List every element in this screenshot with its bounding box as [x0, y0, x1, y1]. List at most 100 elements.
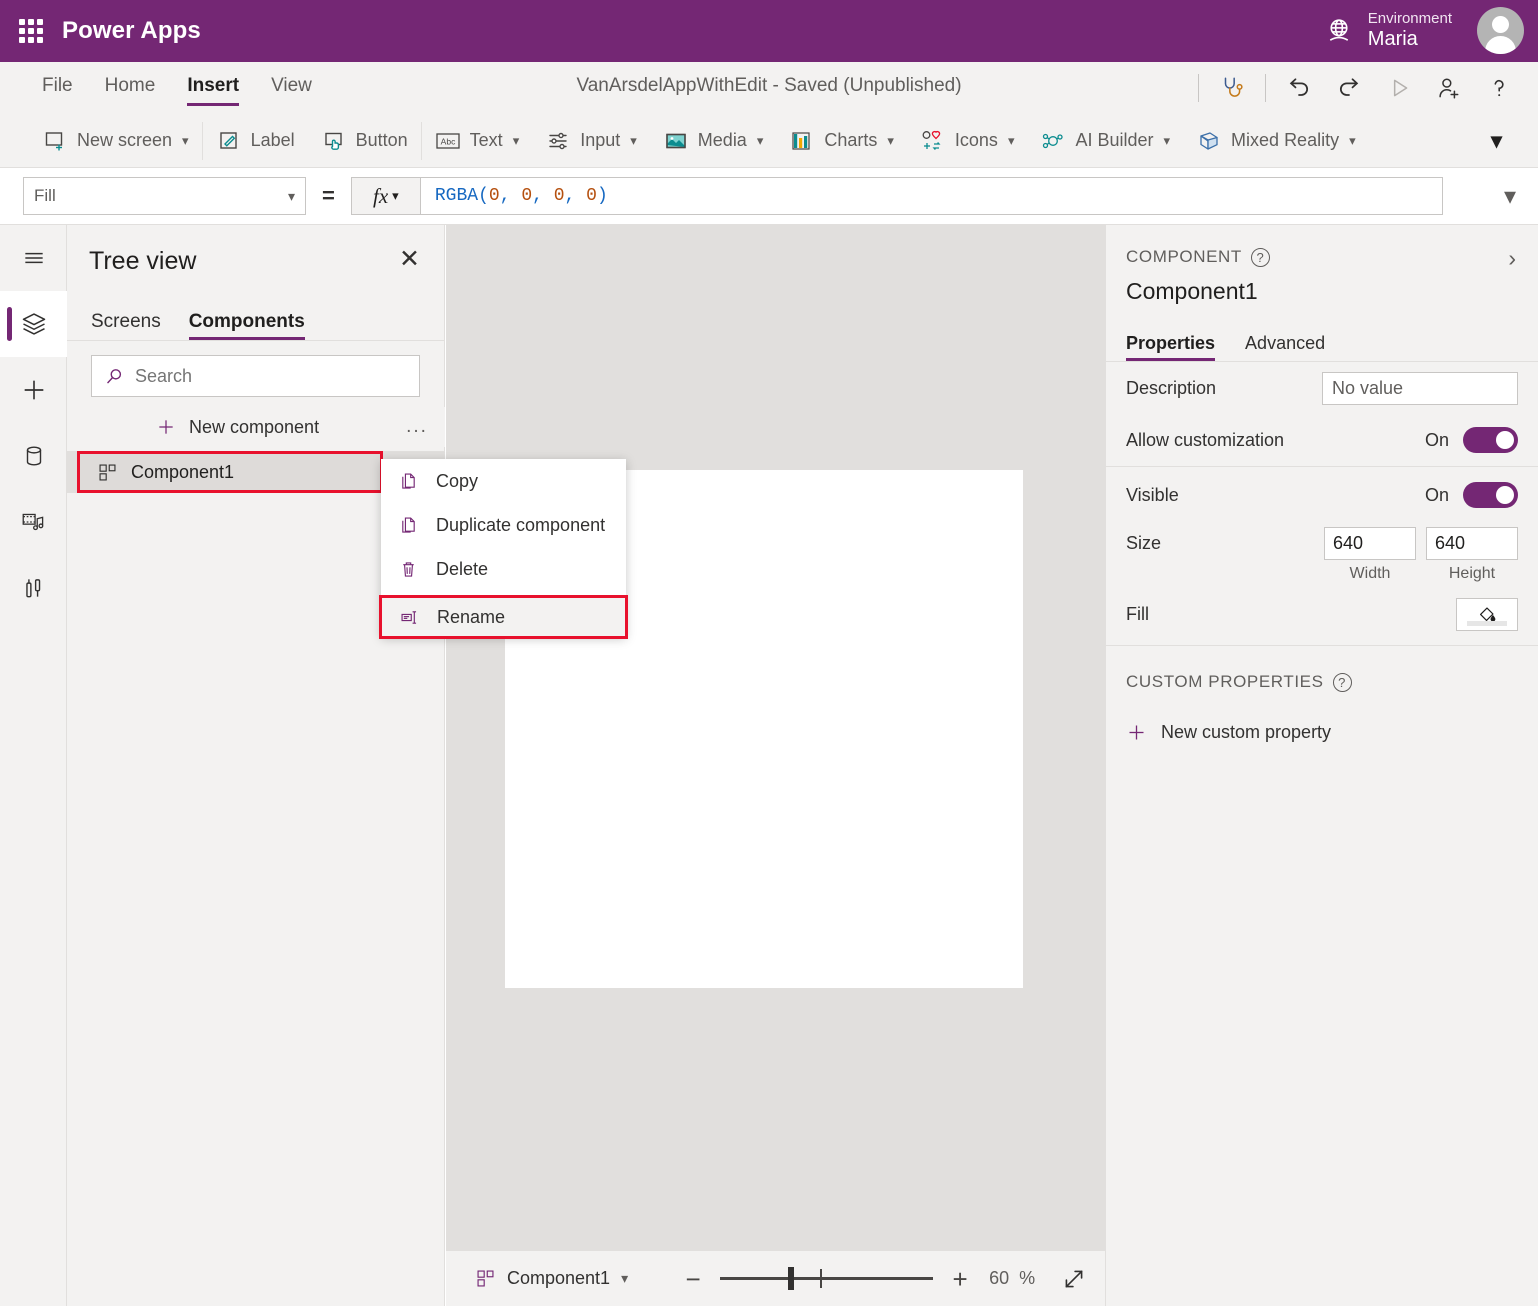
zoom-slider[interactable] [720, 1267, 934, 1290]
ribbon-media-label: Media [697, 130, 747, 150]
context-menu-item-copy[interactable]: Copy [381, 459, 626, 503]
canvas-area[interactable] [446, 225, 1105, 1250]
ribbon-charts[interactable]: Charts ▾ [776, 114, 907, 168]
component-icon [475, 1268, 496, 1289]
avatar[interactable] [1477, 7, 1524, 54]
properties-panel: COMPONENT ? Component1 › Properties Adva… [1105, 225, 1538, 1306]
context-menu-item-copy-label: Copy [436, 470, 479, 491]
waffle-grid-icon[interactable] [16, 16, 46, 46]
input-sliders-icon [545, 128, 571, 154]
width-field[interactable]: 640 [1324, 526, 1416, 560]
search-input[interactable] [135, 365, 407, 387]
charts-bar-icon [789, 128, 815, 154]
tree-item-label: Component1 [131, 461, 235, 482]
ribbon-overflow-chevron-down-icon[interactable]: ▾ [1491, 128, 1502, 154]
visible-state: On [1424, 484, 1449, 505]
allow-customization-toggle[interactable] [1463, 427, 1518, 453]
context-menu-item-duplicate-label: Duplicate component [436, 514, 606, 535]
redo-icon[interactable] [1324, 66, 1374, 110]
search-box[interactable] [91, 355, 420, 397]
environment-selector[interactable]: Environment Maria [1324, 0, 1452, 62]
zoom-out-button[interactable]: − [676, 1266, 710, 1292]
preview-play-icon[interactable] [1374, 66, 1424, 110]
app-brand-title[interactable]: Power Apps [62, 17, 201, 45]
new-custom-property-button[interactable]: New custom property [1126, 722, 1518, 743]
context-menu-item-rename[interactable]: Rename [379, 595, 628, 639]
toggle-knob [1496, 486, 1514, 504]
tab-properties[interactable]: Properties [1126, 333, 1216, 361]
plus-icon [1126, 722, 1147, 743]
tree-view-layers-icon[interactable] [0, 291, 67, 357]
context-menu-item-delete-label: Delete [436, 558, 489, 579]
new-component-row[interactable]: New component ... [134, 407, 445, 447]
toggle-knob [1496, 431, 1514, 449]
variables-tools-icon[interactable] [0, 555, 67, 621]
chevron-down-icon: ▾ [1349, 132, 1356, 148]
ribbon-new-screen[interactable]: New screen ▾ [29, 114, 202, 168]
menu-item-insert[interactable]: Insert [187, 68, 239, 108]
media-image-icon [663, 128, 689, 154]
ribbon-mixed-reality[interactable]: Mixed Reality ▾ [1183, 114, 1369, 168]
media-library-icon[interactable] [0, 489, 67, 555]
width-caption: Width [1349, 565, 1391, 582]
visible-toggle[interactable] [1463, 482, 1518, 508]
context-menu-item-duplicate-component[interactable]: Duplicate component [381, 503, 626, 547]
status-component-name: Component1 [507, 1268, 611, 1288]
close-icon[interactable]: ✕ [399, 247, 420, 272]
menu-item-view[interactable]: View [271, 68, 312, 108]
divider [1265, 74, 1266, 102]
insert-plus-icon[interactable] [0, 357, 67, 423]
avatar-head [1492, 16, 1509, 33]
fill-label: Fill [1126, 603, 1149, 624]
chevron-right-icon[interactable]: › [1508, 247, 1516, 270]
ribbon-text[interactable]: Abc Text ▾ [422, 114, 533, 168]
svg-text:Abc: Abc [440, 136, 455, 146]
ribbon-icons[interactable]: Icons ▾ [907, 114, 1028, 168]
new-component-ellipsis-button[interactable]: ... [395, 407, 439, 447]
new-component-label: New component [189, 416, 320, 437]
tab-screens[interactable]: Screens [91, 311, 161, 340]
ribbon-label[interactable]: Label [203, 114, 308, 168]
allow-customization-state: On [1424, 429, 1449, 450]
help-icon[interactable]: ? [1332, 672, 1352, 692]
help-icon[interactable]: ? [1250, 247, 1270, 267]
menu-item-home[interactable]: Home [105, 68, 156, 108]
tree-item-component1[interactable]: Component1 [77, 451, 383, 493]
hamburger-menu-icon[interactable] [0, 225, 67, 291]
ribbon-media[interactable]: Media ▾ [650, 114, 777, 168]
zoom-value: 60 [989, 1268, 1010, 1288]
formula-bar: Fill ▾ = fx ▾ RGBA(0, 0, 0, 0) ▾ [0, 168, 1538, 225]
fill-color-button[interactable] [1456, 597, 1518, 631]
app-checker-icon[interactable] [1207, 66, 1257, 110]
undo-icon[interactable] [1274, 66, 1324, 110]
chevron-down-icon: ▾ [887, 132, 894, 148]
ribbon-ai-builder[interactable]: AI Builder ▾ [1027, 114, 1183, 168]
property-select[interactable]: Fill ▾ [23, 177, 306, 215]
fit-to-screen-icon[interactable] [1061, 1266, 1087, 1292]
height-field[interactable]: 640 [1426, 526, 1518, 560]
ribbon-input-label: Input [580, 130, 621, 150]
plus-icon [156, 417, 176, 437]
fx-button[interactable]: fx ▾ [350, 177, 421, 215]
description-field[interactable]: No value [1322, 371, 1518, 405]
icons-shapes-icon [920, 128, 946, 154]
component-icon [97, 462, 118, 483]
ribbon-button[interactable]: Button [308, 114, 421, 168]
status-component-selector[interactable]: Component1 ▾ [475, 1268, 628, 1289]
context-menu-item-delete[interactable]: Delete [381, 547, 626, 591]
custom-properties-title: CUSTOM PROPERTIES ? [1126, 672, 1518, 692]
tab-advanced[interactable]: Advanced [1245, 333, 1325, 361]
menu-item-file[interactable]: File [42, 68, 73, 108]
zoom-in-button[interactable]: + [943, 1266, 977, 1292]
ribbon-input[interactable]: Input ▾ [532, 114, 650, 168]
formula-input[interactable]: RGBA(0, 0, 0, 0) [420, 177, 1443, 215]
formula-expand-chevron-down-icon[interactable]: ▾ [1504, 182, 1516, 211]
component-context-menu: Copy Duplicate component Delete Rename [379, 459, 628, 639]
data-database-icon[interactable] [0, 423, 67, 489]
search-icon [104, 366, 125, 387]
new-screen-icon [42, 128, 68, 154]
tab-components[interactable]: Components [188, 311, 305, 340]
zoom-slider-thumb[interactable] [788, 1267, 795, 1290]
share-add-user-icon[interactable] [1424, 66, 1474, 110]
help-question-icon[interactable] [1474, 66, 1524, 110]
